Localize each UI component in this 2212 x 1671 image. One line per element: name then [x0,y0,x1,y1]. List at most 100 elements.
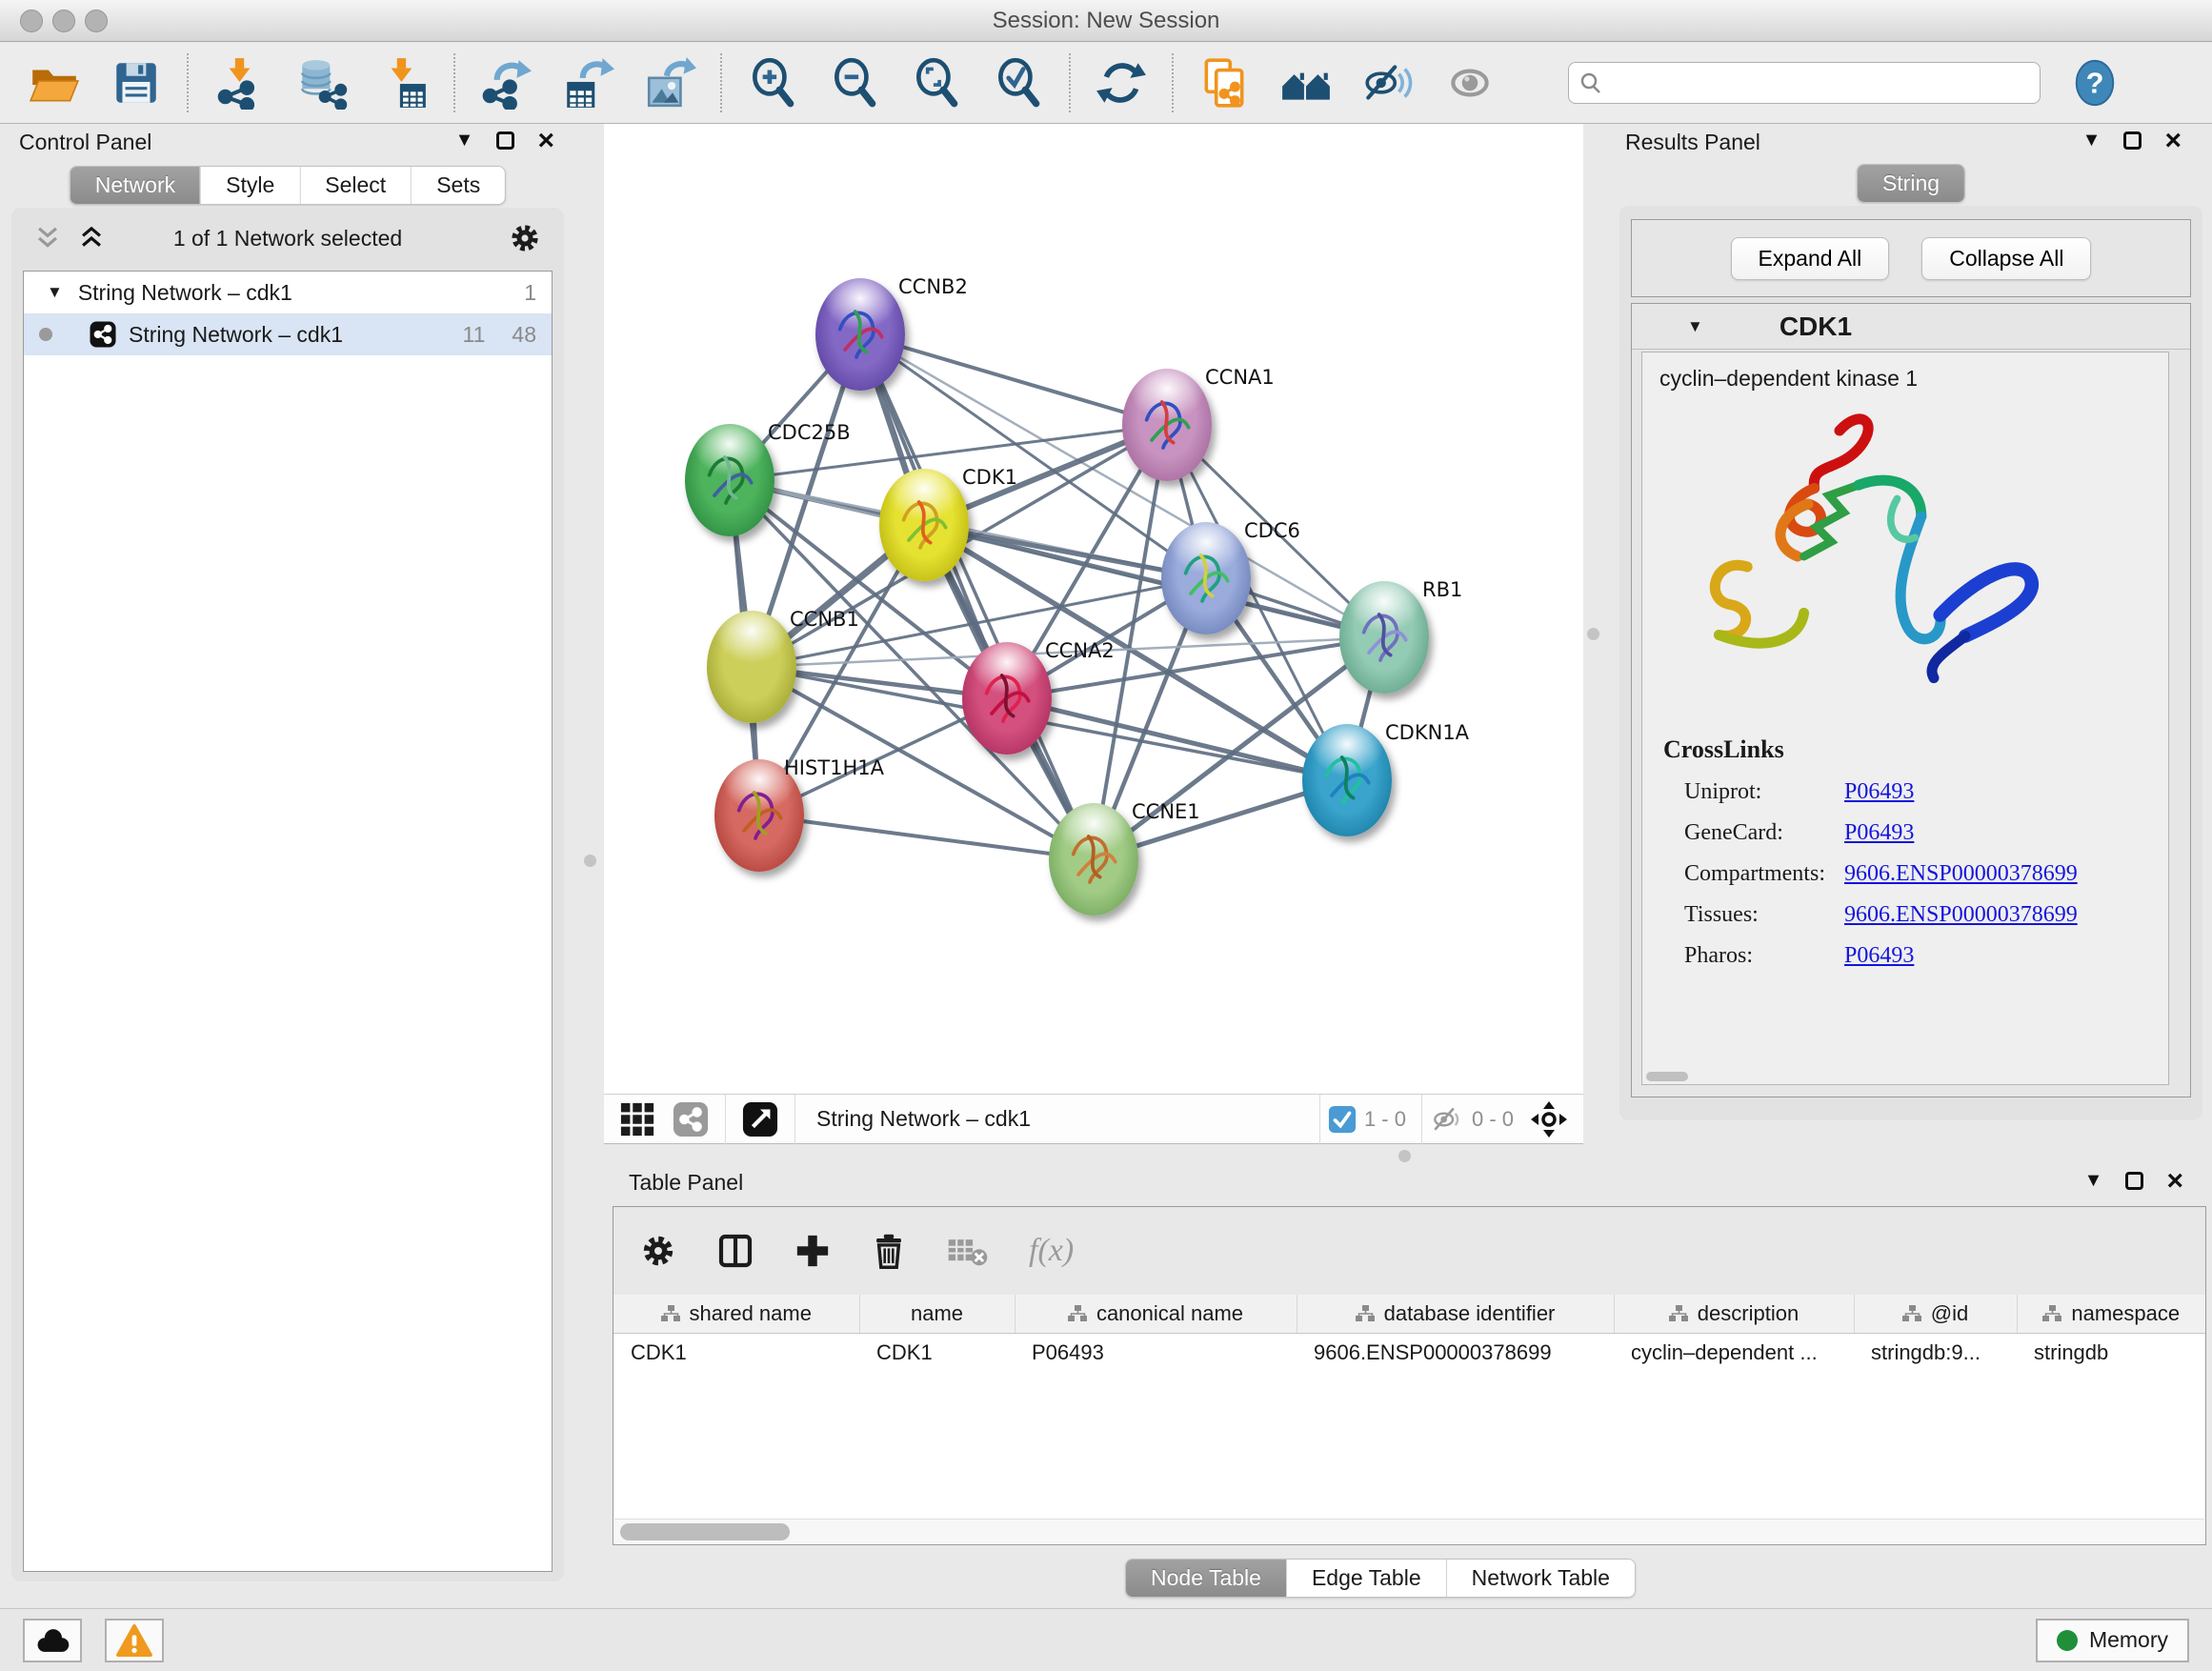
warning-triangle-icon [116,1623,152,1658]
crosslink-genecard-link[interactable]: P06493 [1844,820,1914,846]
tab-edge-table[interactable]: Edge Table [1286,1560,1446,1597]
network-row[interactable]: String Network – cdk1 11 48 [24,313,552,355]
results-panel-float-button[interactable] [2123,131,2142,150]
show-columns-icon[interactable] [716,1232,754,1270]
control-panel-menu-button[interactable]: ▼ [455,130,474,151]
export-table-button[interactable] [560,55,615,111]
crosslink-uniprot-link[interactable]: P06493 [1844,779,1914,805]
network-node-RB1[interactable] [1339,581,1429,694]
detach-view-button[interactable] [742,1101,778,1137]
tab-string[interactable]: String [1858,165,1964,202]
export-network-button[interactable] [478,55,533,111]
cell-description[interactable]: cyclin–dependent ... [1614,1333,1854,1373]
search-input[interactable] [1611,70,2030,95]
table-panel-float-button[interactable] [2125,1172,2143,1190]
results-panel-close-button[interactable]: × [2164,131,2182,151]
clone-network-button[interactable] [1196,55,1252,111]
refresh-layout-button[interactable] [1094,55,1149,111]
add-column-plus-icon[interactable] [794,1233,831,1269]
hide-panels-button[interactable] [1360,55,1416,111]
network-node-CCNA2[interactable] [962,642,1052,755]
results-panel-menu-button[interactable]: ▼ [2082,130,2101,151]
column-header-id[interactable]: @id [1854,1295,2017,1333]
table-hscrollbar[interactable] [614,1519,2204,1543]
network-node-CCNB1[interactable] [707,611,796,723]
network-edge-CCNB2-CCNA1[interactable] [860,334,1167,425]
cloud-status-button[interactable] [23,1619,82,1662]
table-row[interactable]: CDK1 CDK1 P06493 9606.ENSP00000378699 cy… [613,1333,2205,1373]
zoom-in-button[interactable] [745,55,800,111]
table-panel-close-button[interactable]: × [2166,1172,2183,1191]
column-header-description[interactable]: description [1614,1295,1854,1333]
tab-node-table[interactable]: Node Table [1126,1560,1286,1597]
expand-all-button[interactable]: Expand All [1731,237,1890,280]
results-hscroll-thumb[interactable] [1646,1072,1688,1081]
birds-eye-toggle-button[interactable] [1530,1100,1568,1138]
gene-entry-header[interactable]: ▼ CDK1 [1632,304,2190,350]
network-collection-row[interactable]: ▼ String Network – cdk1 1 [24,272,552,313]
network-view-button[interactable] [673,1101,709,1137]
crosslink-pharos-link[interactable]: P06493 [1844,943,1914,969]
cell-id[interactable]: stringdb:9... [1854,1333,2017,1373]
table-panel-menu-button[interactable]: ▼ [2084,1170,2103,1192]
cell-database-identifier[interactable]: 9606.ENSP00000378699 [1297,1333,1614,1373]
network-node-CDC6[interactable] [1161,522,1251,634]
table-hscroll-thumb[interactable] [620,1523,790,1540]
column-header-shared-name[interactable]: shared name [613,1295,859,1333]
bottom-splitter-handle[interactable] [1398,1150,1411,1162]
delete-column-trash-icon[interactable] [871,1233,907,1269]
column-header-database-identifier[interactable]: database identifier [1297,1295,1614,1333]
gene-expander-icon[interactable]: ▼ [1687,317,1703,336]
collection-expander-icon[interactable]: ▼ [47,283,63,302]
network-edge-HIST1H1A-CCNE1[interactable] [759,815,1094,859]
column-header-name[interactable]: name [859,1295,1015,1333]
tab-sets[interactable]: Sets [411,167,505,204]
column-header-canonical-name[interactable]: canonical name [1015,1295,1297,1333]
memory-button[interactable]: Memory [2036,1619,2189,1662]
home-button[interactable] [1278,55,1334,111]
left-splitter-handle[interactable] [584,855,596,867]
cell-name[interactable]: CDK1 [859,1333,1015,1373]
network-options-gear-icon[interactable] [509,222,541,254]
cell-namespace[interactable]: stringdb [2017,1333,2205,1373]
warnings-button[interactable] [105,1619,164,1662]
tab-network[interactable]: Network [70,167,200,204]
column-header-namespace[interactable]: namespace [2017,1295,2205,1333]
right-splitter-handle[interactable] [1587,628,1599,640]
selected-checkbox-icon[interactable] [1328,1105,1357,1134]
import-database-button[interactable] [293,55,349,111]
export-image-button[interactable] [642,55,697,111]
zoom-fit-button[interactable] [909,55,964,111]
crosslink-tissues-link[interactable]: 9606.ENSP00000378699 [1844,902,2078,928]
tab-select[interactable]: Select [299,167,411,204]
network-node-CDK1[interactable] [879,469,969,581]
network-edge-CCNB2-CCNE1[interactable] [860,334,1094,859]
show-panels-button[interactable] [1442,55,1498,111]
cell-shared-name[interactable]: CDK1 [613,1333,859,1373]
network-canvas[interactable]: CCNB2CCNA1CDC25BCDK1CDC6RB1CCNB1CCNA2CDK… [604,124,1583,1094]
network-node-CDKN1A[interactable] [1302,724,1392,836]
help-button[interactable]: ? [2067,55,2122,111]
delete-table-icon[interactable] [947,1233,989,1269]
crosslink-compartments-link[interactable]: 9606.ENSP00000378699 [1844,861,2078,887]
control-panel-close-button[interactable]: × [537,131,554,151]
hidden-eye-icon[interactable] [1430,1102,1464,1137]
import-network-button[interactable] [211,55,267,111]
function-builder-icon[interactable]: f(x) [1029,1233,1074,1269]
cell-canonical-name[interactable]: P06493 [1015,1333,1297,1373]
network-node-CCNB2[interactable] [815,278,905,391]
network-node-CCNA1[interactable] [1122,369,1212,481]
zoom-out-button[interactable] [827,55,882,111]
open-session-button[interactable] [27,55,82,111]
import-table-button[interactable] [375,55,431,111]
zoom-selected-button[interactable] [991,55,1046,111]
network-node-CCNE1[interactable] [1049,803,1138,916]
table-settings-gear-icon[interactable] [640,1233,676,1269]
grid-view-button[interactable] [619,1101,655,1137]
network-node-CDC25B[interactable] [685,424,774,536]
save-session-button[interactable] [109,55,164,111]
collapse-all-button[interactable]: Collapse All [1921,237,2091,280]
tab-style[interactable]: Style [200,167,299,204]
tab-network-table[interactable]: Network Table [1446,1560,1635,1597]
control-panel-float-button[interactable] [496,131,514,150]
